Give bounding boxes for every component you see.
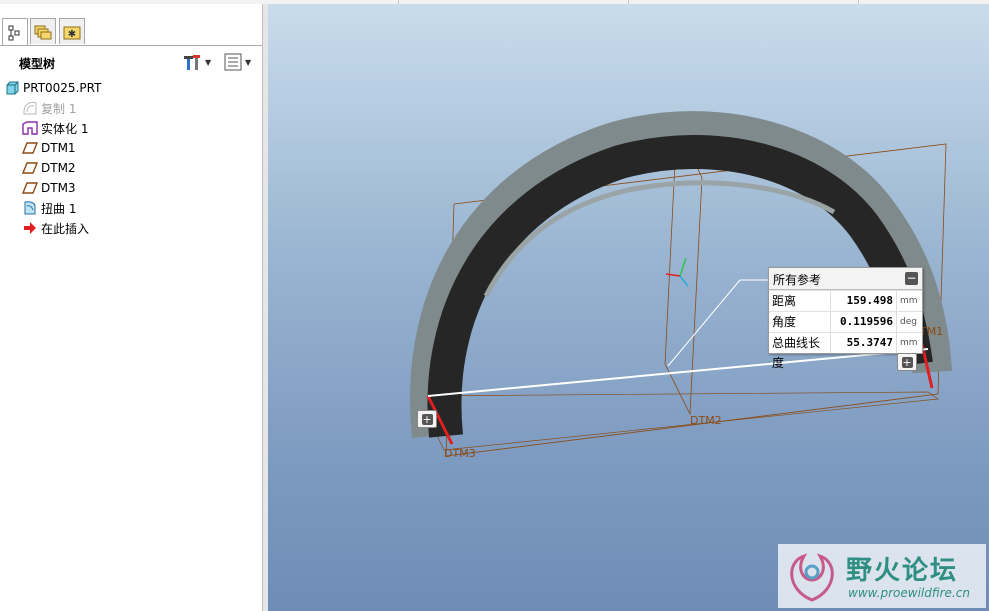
tree-item-warp[interactable]: 扭曲 1	[22, 198, 76, 218]
plus-icon: +	[901, 355, 913, 369]
leader-line	[667, 279, 741, 367]
watermark: 野火论坛 www.proewildfire.cn	[778, 544, 986, 608]
tab-folder-browser[interactable]	[30, 18, 56, 44]
tree-item-insert-here[interactable]: 在此插入	[22, 218, 89, 238]
expand-button-right[interactable]: +	[897, 353, 917, 371]
copy-icon	[22, 100, 38, 116]
measure-info-box: 所有参考 − 距离 159.498 mm 角度 0.119596 deg 总曲线…	[768, 267, 923, 370]
watermark-url: www.proewildfire.cn	[848, 586, 970, 600]
graphics-viewport[interactable]: TM1 DTM2 DTM3 所有参考 − 距离 159.498 mm 角度 0.…	[268, 4, 989, 611]
tree-item-copy[interactable]: 复制 1	[22, 98, 76, 118]
tab-divider	[0, 45, 262, 46]
datum-plane-icon	[22, 180, 38, 196]
tree-settings-button[interactable]: ▼	[182, 52, 211, 72]
tree-item-dtm3[interactable]: DTM3	[22, 178, 76, 198]
tree-item-part[interactable]: PRT0025.PRT	[4, 78, 101, 98]
axis-z	[679, 275, 689, 287]
tree-item-dtm1[interactable]: DTM1	[22, 138, 76, 158]
model-tree-icon	[8, 25, 20, 40]
datum-plane-icon	[22, 160, 38, 176]
navigator-tabs: ✱	[0, 18, 262, 46]
tree-item-label: DTM1	[41, 141, 76, 155]
tree-item-label: 实体化 1	[41, 121, 89, 136]
tree-item-dtm2[interactable]: DTM2	[22, 158, 76, 178]
solidify-icon	[22, 120, 38, 136]
tree-item-label: DTM2	[41, 161, 76, 175]
model-tree-title: 模型树	[19, 57, 56, 71]
list-settings-icon	[224, 53, 242, 71]
info-row-distance: 距离 159.498 mm	[769, 290, 922, 311]
navigator-panel: ✱ 模型树 ▼ ▼ PRT0025.PRT 复制 1 实体化 1 DTM1 DT…	[0, 4, 263, 611]
tab-model-tree[interactable]	[2, 18, 28, 46]
dtm3-label: DTM3	[444, 447, 476, 460]
insert-here-arrow-icon	[22, 220, 38, 236]
plus-icon: +	[421, 412, 433, 426]
dtm1-label: TM1	[920, 325, 944, 338]
tree-item-solidify[interactable]: 实体化 1	[22, 118, 88, 138]
svg-text:✱: ✱	[68, 29, 76, 40]
tree-item-label: 在此插入	[41, 221, 90, 236]
tools-icon	[184, 55, 200, 70]
tree-item-label: 复制 1	[41, 101, 77, 116]
info-row-curve-length: 总曲线长度 55.3747 mm	[769, 332, 922, 370]
tree-item-label: 扭曲 1	[41, 201, 77, 216]
watermark-logo-icon	[790, 553, 834, 602]
part-icon	[4, 80, 20, 96]
dtm2-label: DTM2	[690, 414, 722, 427]
axis-x	[665, 273, 681, 277]
tree-item-label: DTM3	[41, 181, 76, 195]
datum-plane-icon	[22, 140, 38, 156]
dtm3-plane	[417, 391, 939, 451]
expand-button-left[interactable]: +	[417, 410, 437, 428]
tab-favorites[interactable]: ✱	[59, 18, 85, 44]
model-tree-header: 模型树 ▼ ▼	[0, 48, 262, 76]
collapse-icon[interactable]: −	[905, 272, 918, 285]
info-box-title: 所有参考	[773, 273, 822, 287]
info-row-angle: 角度 0.119596 deg	[769, 311, 922, 332]
tree-display-button[interactable]: ▼	[224, 52, 251, 72]
info-box-header: 所有参考 −	[769, 268, 922, 290]
tree-item-label: PRT0025.PRT	[23, 81, 102, 95]
watermark-title: 野火论坛	[846, 556, 959, 586]
favorites-folder-icon: ✱	[63, 26, 81, 40]
chord-line	[427, 348, 929, 397]
axis-y	[679, 257, 687, 277]
warp-icon	[22, 200, 38, 216]
folders-icon	[34, 25, 52, 39]
